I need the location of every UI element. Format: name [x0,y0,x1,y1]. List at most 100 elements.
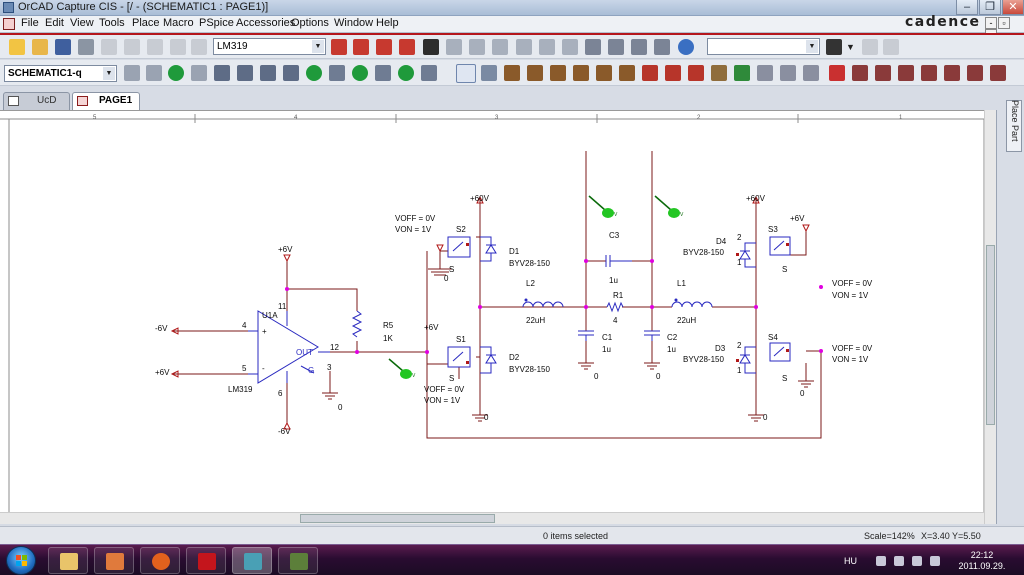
place-ground-icon[interactable] [688,65,704,81]
area-select-icon[interactable] [631,39,647,55]
place-ellipse-icon[interactable] [921,65,937,81]
tab-page1[interactable]: PAGE1 [72,92,140,110]
copy-icon[interactable] [124,39,140,55]
bias-voltage-toggle-icon[interactable] [329,65,345,81]
help-context-icon[interactable] [446,39,462,55]
paste-icon[interactable] [147,39,163,55]
voltage-diff-marker-icon[interactable] [237,65,253,81]
menu-options[interactable]: Options [291,17,329,29]
place-power-icon[interactable] [665,65,681,81]
binoculars-icon[interactable] [826,39,842,55]
menu-edit[interactable]: Edit [45,17,64,29]
help-icon[interactable] [678,39,694,55]
zoom-area-icon[interactable] [376,39,392,55]
action-center-icon[interactable] [894,556,904,566]
previous-icon[interactable] [862,39,878,55]
zoom-out-icon[interactable] [353,39,369,55]
pspice-task-button[interactable] [278,547,318,574]
cross-reference-icon[interactable] [562,39,578,55]
chevron-down-icon[interactable]: ▼ [103,67,115,80]
place-polyline-icon[interactable] [875,65,891,81]
vertical-scrollbar[interactable] [984,110,996,524]
place-no-connect-icon[interactable] [642,65,658,81]
cut-icon[interactable] [101,39,117,55]
acrobat-task-button[interactable] [186,547,226,574]
start-button[interactable] [6,546,36,575]
redo-icon[interactable] [191,39,207,55]
horizontal-scroll-thumb[interactable] [300,514,495,523]
place-net-alias-abc-icon[interactable] [619,65,635,81]
place-junction-icon[interactable] [573,65,589,81]
schematic-combo[interactable]: SCHEMATIC1-q ▼ [4,65,117,82]
explorer-task-button[interactable] [48,547,88,574]
clock[interactable]: 22:12 2011.09.29. [954,550,1010,572]
simulation-profile-icon[interactable] [124,65,140,81]
bias-voltage-icon[interactable] [306,65,322,81]
bias-current-toggle-icon[interactable] [375,65,391,81]
back-annotate-icon[interactable] [492,39,508,55]
select-pointer-icon[interactable] [456,64,476,83]
drag-icon[interactable] [654,39,670,55]
save-icon[interactable] [55,39,71,55]
bias-power-toggle-icon[interactable] [421,65,437,81]
current-marker-icon[interactable] [260,65,276,81]
close-button[interactable]: ✕ [1002,0,1024,15]
chevron-down-icon[interactable]: ▼ [312,40,324,53]
menu-window[interactable]: Window [334,17,373,29]
doc-restore-icon[interactable]: ▫ [998,17,1010,29]
horizontal-scrollbar[interactable] [0,512,984,524]
place-line-icon[interactable] [852,65,868,81]
new-icon[interactable] [9,39,25,55]
print-icon[interactable] [78,39,94,55]
annotate-icon[interactable] [469,39,485,55]
view-icon[interactable] [423,39,439,55]
place-picture-icon[interactable] [990,65,1006,81]
part-combo[interactable]: LM319 ▼ [213,38,326,55]
volume-icon[interactable] [930,556,940,566]
menu-accessories[interactable]: Accessories [236,17,295,29]
undo-icon[interactable] [170,39,186,55]
network-icon[interactable] [912,556,922,566]
menu-place[interactable]: Place [132,17,160,29]
bias-current-icon[interactable] [352,65,368,81]
maximize-button[interactable]: ❐ [979,0,1001,15]
place-wire-icon[interactable] [504,65,520,81]
run-icon[interactable] [168,65,184,81]
netlist-icon[interactable] [539,39,555,55]
schematic-canvas[interactable]: 5 4 3 2 1 U1A LM319 4 5 11 6 12 3 + - OU… [0,110,996,524]
voltage-marker-icon[interactable] [214,65,230,81]
place-part-icon[interactable] [481,65,497,81]
bias-power-icon[interactable] [398,65,414,81]
snap-grid-icon[interactable] [608,39,624,55]
zoom-in-icon[interactable] [331,39,347,55]
menu-file[interactable]: File [21,17,39,29]
next-icon[interactable] [883,39,899,55]
edit-profile-icon[interactable] [146,65,162,81]
menu-macro[interactable]: Macro [163,17,194,29]
capture-task-button[interactable] [232,547,272,574]
language-indicator[interactable]: HU [844,556,857,566]
dropdown-arrow-icon[interactable]: ▼ [846,39,862,55]
zoom-all-icon[interactable] [399,39,415,55]
power-marker-icon[interactable] [283,65,299,81]
place-hierarchical-pin-icon[interactable] [757,65,773,81]
place-net-alias-icon[interactable] [527,65,543,81]
firefox-task-button[interactable] [140,547,180,574]
chevron-down-icon[interactable]: ▼ [806,40,818,53]
tab-ucd[interactable]: UcD [3,92,70,110]
doc-minimize-icon[interactable]: - [985,17,997,29]
place-off-page-icon[interactable] [780,65,796,81]
place-text-icon[interactable] [803,65,819,81]
place-rectangle-icon[interactable] [898,65,914,81]
menu-tools[interactable]: Tools [99,17,125,29]
menu-help[interactable]: Help [376,17,399,29]
place-bus-icon[interactable] [550,65,566,81]
open-icon[interactable] [32,39,48,55]
place-bezier-icon[interactable] [967,65,983,81]
menu-pspice[interactable]: PSpice [199,17,234,29]
minimize-button[interactable]: ‒ [956,0,978,15]
place-bus-entry-icon[interactable] [596,65,612,81]
place-part-tab[interactable]: Place Part [1006,100,1022,152]
view-results-icon[interactable] [191,65,207,81]
bom-icon[interactable] [585,39,601,55]
